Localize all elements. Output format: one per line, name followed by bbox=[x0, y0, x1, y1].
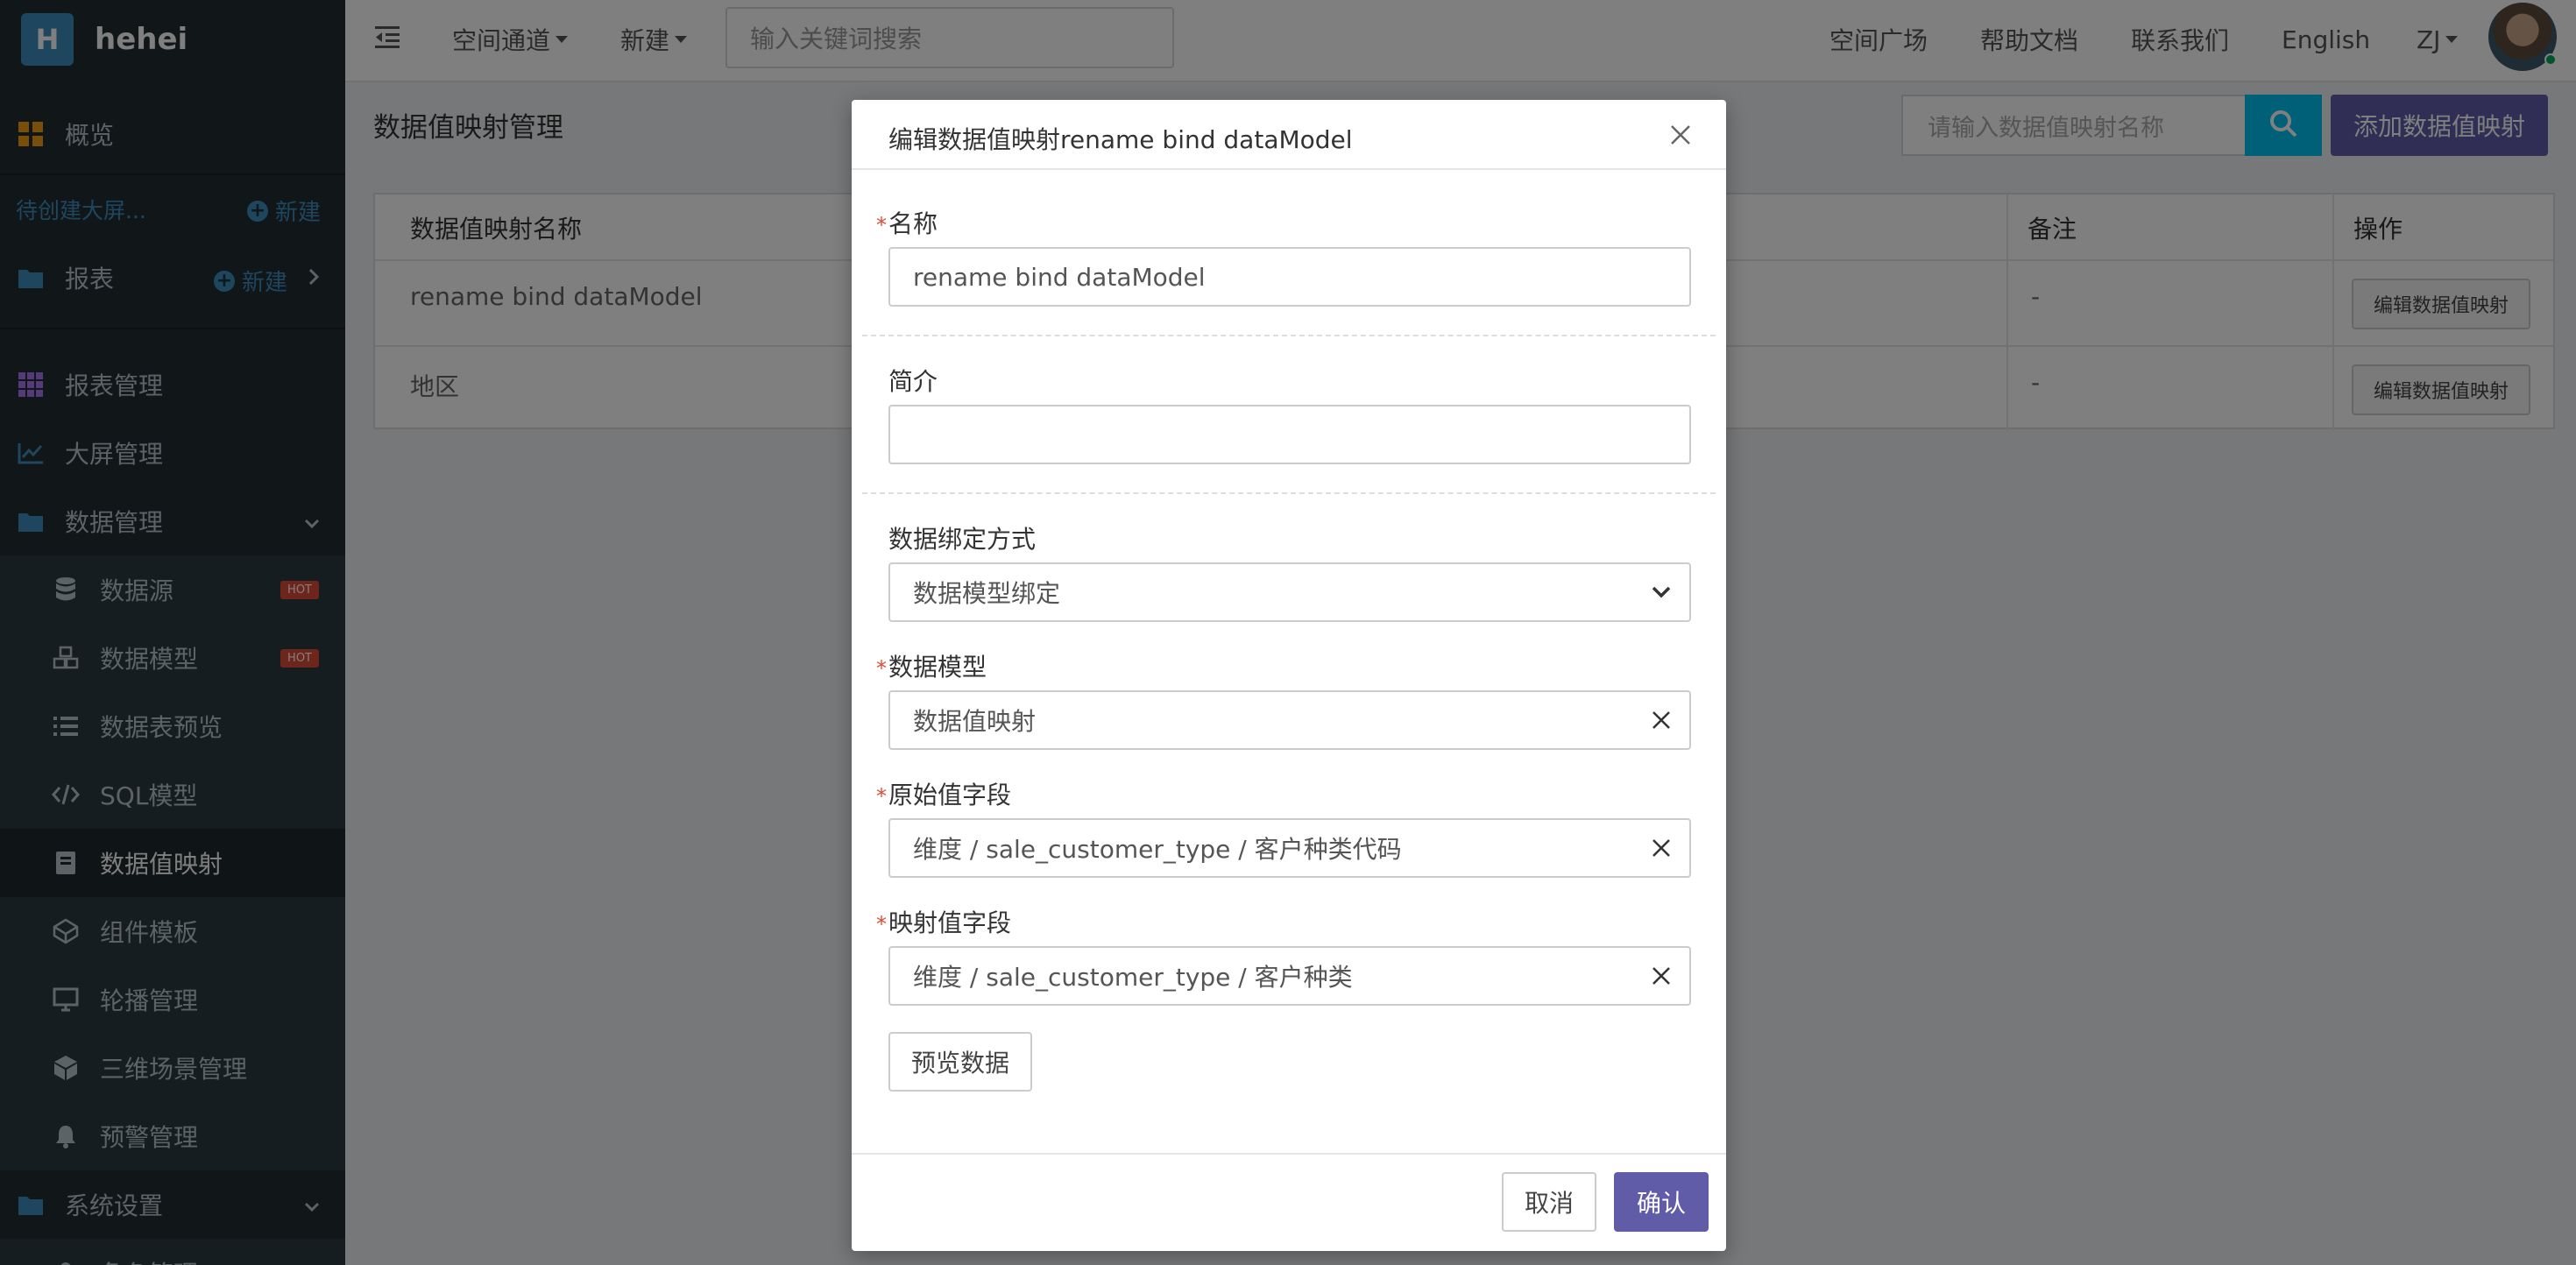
mapped-field-label: *映射值字段 bbox=[876, 904, 1011, 939]
bind-method-value: 数据模型绑定 bbox=[913, 579, 1061, 608]
clear-icon[interactable] bbox=[1645, 832, 1677, 864]
label-text: 原始值字段 bbox=[888, 781, 1012, 809]
mapped-field-value: 维度 / sale_customer_type / 客户种类 bbox=[913, 963, 1353, 992]
bind-method-label: 数据绑定方式 bbox=[888, 525, 1037, 554]
clear-icon[interactable] bbox=[1645, 960, 1677, 992]
modal-title: 编辑数据值映射rename bind dataModel bbox=[888, 125, 1353, 154]
chevron-down-icon bbox=[1645, 576, 1677, 608]
bind-method-select[interactable]: 数据模型绑定 bbox=[888, 562, 1691, 622]
section-divider bbox=[862, 492, 1716, 494]
model-select[interactable]: 数据值映射 bbox=[888, 690, 1691, 750]
source-field-select[interactable]: 维度 / sale_customer_type / 客户种类代码 bbox=[888, 818, 1691, 878]
confirm-button[interactable]: 确认 bbox=[1614, 1172, 1709, 1232]
name-field-value: rename bind dataModel bbox=[913, 262, 1206, 292]
label-text: 映射值字段 bbox=[888, 908, 1012, 937]
required-mark: * bbox=[876, 784, 887, 809]
required-mark: * bbox=[876, 912, 887, 936]
source-field-value: 维度 / sale_customer_type / 客户种类代码 bbox=[913, 835, 1402, 864]
section-divider bbox=[862, 335, 1716, 336]
required-mark: * bbox=[876, 213, 887, 237]
model-label: *数据模型 bbox=[876, 648, 987, 683]
name-label: *名称 bbox=[876, 205, 938, 240]
required-mark: * bbox=[876, 656, 887, 681]
close-icon[interactable] bbox=[1665, 119, 1696, 151]
name-field[interactable]: rename bind dataModel bbox=[888, 247, 1691, 307]
modal-footer-divider bbox=[852, 1153, 1726, 1155]
label-text: 数据模型 bbox=[888, 653, 987, 682]
clear-icon[interactable] bbox=[1645, 704, 1677, 736]
preview-data-button[interactable]: 预览数据 bbox=[888, 1032, 1032, 1092]
desc-field[interactable] bbox=[888, 405, 1691, 464]
mapped-field-select[interactable]: 维度 / sale_customer_type / 客户种类 bbox=[888, 946, 1691, 1006]
model-value: 数据值映射 bbox=[913, 707, 1037, 736]
cancel-button[interactable]: 取消 bbox=[1502, 1172, 1596, 1232]
desc-label: 简介 bbox=[888, 367, 938, 396]
edit-mapping-modal: 编辑数据值映射rename bind dataModel *名称 rename … bbox=[852, 100, 1726, 1251]
source-field-label: *原始值字段 bbox=[876, 776, 1011, 811]
label-text: 名称 bbox=[888, 209, 938, 238]
modal-header: 编辑数据值映射rename bind dataModel bbox=[852, 100, 1726, 170]
